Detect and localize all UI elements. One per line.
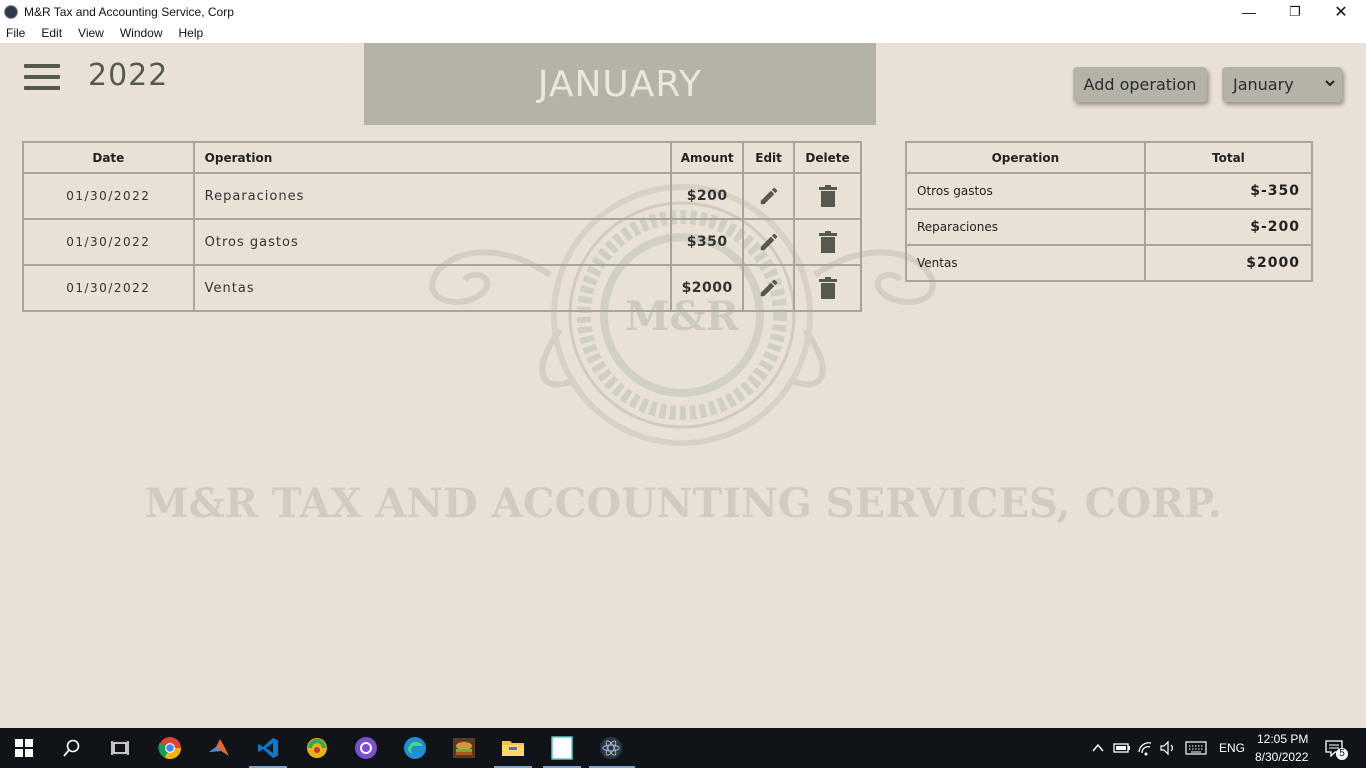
vscode-icon[interactable] — [256, 736, 280, 760]
table-row: Otros gastos $-350 — [905, 172, 1314, 210]
table-row: 01/30/2022 Otros gastos $350 — [22, 218, 862, 266]
pencil-icon[interactable] — [758, 185, 780, 207]
total-value: $-350 — [1143, 172, 1314, 210]
company-watermark: M&R TAX AND ACCOUNTING SERVICES, CORP. — [144, 480, 1222, 527]
table-row: Reparaciones $-200 — [905, 208, 1314, 246]
edit-cell — [742, 172, 796, 220]
hamburger-menu-icon[interactable] — [24, 64, 60, 90]
wifi-icon[interactable] — [1134, 736, 1158, 760]
taskbar: ENG 12:05 PM 8/30/2022 5 — [0, 728, 1366, 768]
total-operation: Ventas — [905, 244, 1146, 282]
month-banner: JANUARY — [364, 43, 876, 125]
title-bar: M&R Tax and Accounting Service, Corp — ❐… — [0, 0, 1366, 23]
delete-cell — [793, 172, 862, 220]
total-operation: Reparaciones — [905, 208, 1146, 246]
year-label: 2022 — [88, 58, 169, 93]
col-operation: Operation — [905, 141, 1146, 174]
minimize-button[interactable]: — — [1226, 0, 1272, 23]
month-select[interactable]: January — [1222, 67, 1342, 102]
search-icon[interactable] — [60, 736, 84, 760]
row-amount: $2000 — [670, 264, 745, 312]
notification-count-badge: 5 — [1336, 748, 1348, 760]
add-operation-button[interactable]: Add operation — [1073, 67, 1207, 102]
row-date: 01/30/2022 — [22, 172, 195, 220]
row-date: 01/30/2022 — [22, 264, 195, 312]
keyboard-icon[interactable] — [1184, 736, 1208, 760]
window-title: M&R Tax and Accounting Service, Corp — [24, 4, 234, 19]
battery-icon[interactable] — [1110, 736, 1134, 760]
task-view-icon[interactable] — [108, 736, 132, 760]
total-value: $2000 — [1143, 244, 1314, 282]
chrome-icon[interactable] — [158, 736, 182, 760]
pencil-icon[interactable] — [758, 231, 780, 253]
language-indicator[interactable]: ENG — [1219, 741, 1245, 755]
clock-time[interactable]: 12:05 PM — [1257, 732, 1308, 746]
row-operation: Reparaciones — [192, 172, 673, 220]
totals-table: Operation Total Otros gastos $-350 Repar… — [905, 141, 1314, 282]
close-button[interactable]: ✕ — [1318, 0, 1364, 23]
codeblocks-icon[interactable] — [305, 736, 329, 760]
col-amount: Amount — [670, 141, 745, 174]
start-icon[interactable] — [12, 736, 36, 760]
menu-view[interactable]: View — [78, 26, 104, 40]
table-row: 01/30/2022 Ventas $2000 — [22, 264, 862, 312]
matlab-icon[interactable] — [207, 736, 231, 760]
row-date: 01/30/2022 — [22, 218, 195, 266]
file-explorer-icon[interactable] — [501, 736, 525, 760]
col-operation: Operation — [192, 141, 673, 174]
total-operation: Otros gastos — [905, 172, 1146, 210]
month-select-value: January — [1233, 75, 1294, 94]
month-banner-text: JANUARY — [537, 63, 703, 105]
edge-icon[interactable] — [403, 736, 427, 760]
row-operation: Otros gastos — [192, 218, 673, 266]
menu-edit[interactable]: Edit — [41, 26, 62, 40]
game-icon[interactable] — [452, 736, 476, 760]
notepad-icon[interactable] — [550, 736, 574, 760]
col-total: Total — [1143, 141, 1314, 174]
menu-file[interactable]: File — [6, 26, 25, 40]
col-date: Date — [22, 141, 195, 174]
github-desktop-icon[interactable] — [354, 736, 378, 760]
chevron-down-icon — [1325, 80, 1335, 87]
app-icon — [4, 4, 18, 19]
col-edit: Edit — [742, 141, 796, 174]
table-row: 01/30/2022 Reparaciones $200 — [22, 172, 862, 220]
total-value: $-200 — [1143, 208, 1314, 246]
operations-table: Date Operation Amount Edit Delete 01/30/… — [22, 141, 862, 312]
table-row: Ventas $2000 — [905, 244, 1314, 282]
totals-header-row: Operation Total — [905, 141, 1314, 174]
trash-icon[interactable] — [818, 231, 838, 253]
electron-app-icon[interactable] — [599, 736, 623, 760]
maximize-button[interactable]: ❐ — [1272, 0, 1318, 23]
pencil-icon[interactable] — [758, 277, 780, 299]
row-amount: $200 — [670, 172, 745, 220]
trash-icon[interactable] — [818, 277, 838, 299]
edit-cell — [742, 218, 796, 266]
table-header-row: Date Operation Amount Edit Delete — [22, 141, 862, 174]
menu-bar: File Edit View Window Help — [0, 23, 1366, 43]
edit-cell — [742, 264, 796, 312]
menu-window[interactable]: Window — [120, 26, 163, 40]
menu-help[interactable]: Help — [179, 26, 204, 40]
chevron-up-icon[interactable] — [1086, 736, 1110, 760]
col-delete: Delete — [793, 141, 862, 174]
row-operation: Ventas — [192, 264, 673, 312]
delete-cell — [793, 218, 862, 266]
row-amount: $350 — [670, 218, 745, 266]
trash-icon[interactable] — [818, 185, 838, 207]
volume-icon[interactable] — [1156, 736, 1180, 760]
clock-date[interactable]: 8/30/2022 — [1255, 750, 1308, 764]
delete-cell — [793, 264, 862, 312]
